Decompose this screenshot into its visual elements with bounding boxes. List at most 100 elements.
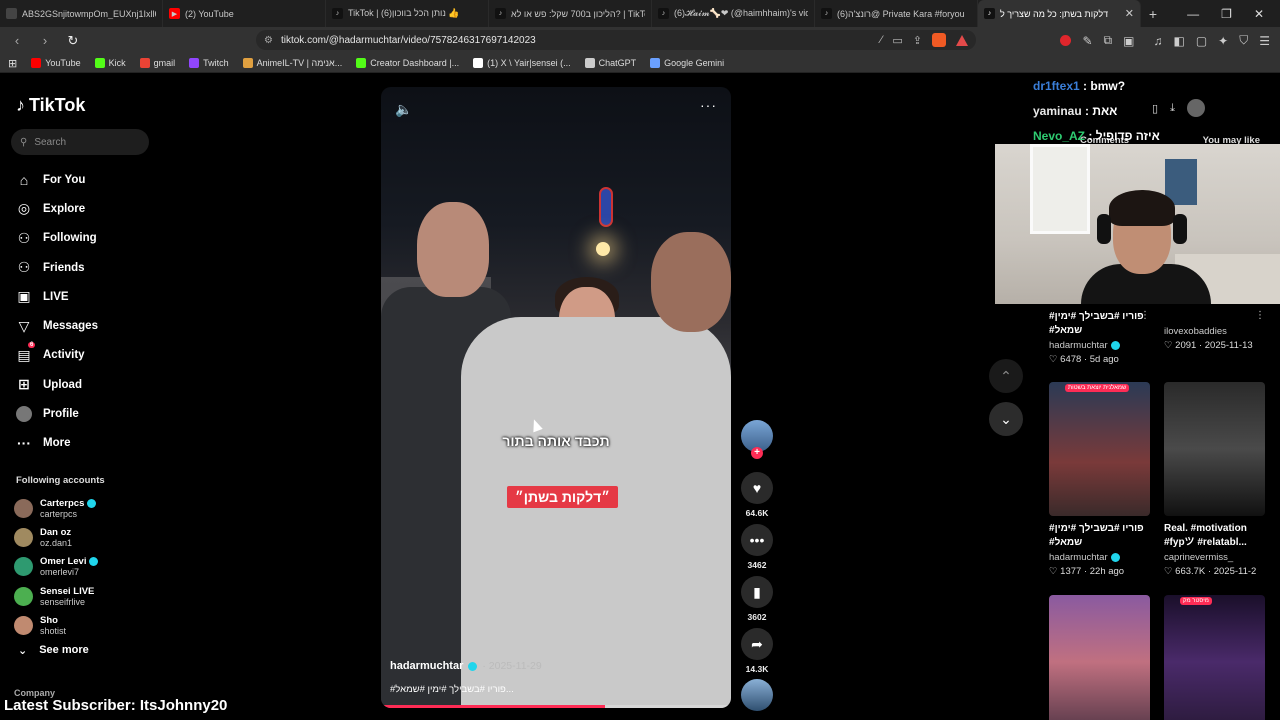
comment-button[interactable]: ••• 3462 — [740, 524, 774, 570]
following-account[interactable]: Sho shotist — [14, 611, 98, 640]
browser-tab[interactable]: ♪ הליכון ב700 שקל: פש או לא? | TikTok — [489, 0, 652, 27]
brave-rewards-icon[interactable] — [956, 34, 968, 46]
more-options-icon[interactable]: ··· — [700, 97, 717, 113]
bookmark-item[interactable]: Creator Dashboard |... — [356, 58, 459, 68]
nav-item-explore[interactable]: ◎ Explore — [16, 194, 98, 223]
video-author[interactable]: hadarmuchtar · 2025-11-29 — [390, 660, 542, 672]
following-account[interactable]: Omer Levi omerlevi7 — [14, 552, 99, 581]
close-tab-icon[interactable]: ✕ — [1125, 7, 1134, 20]
reload-icon[interactable]: ↻ — [64, 33, 82, 49]
bookmark-item[interactable]: Google Gemini — [650, 58, 724, 68]
menu-icon[interactable]: ☰ — [1259, 34, 1270, 48]
sidebar-toggle-icon[interactable]: ◧ — [1173, 34, 1184, 48]
browser-tab[interactable]: ▶ (2) YouTube — [163, 0, 326, 27]
music-icon[interactable]: ♫ — [1153, 34, 1162, 48]
card-username[interactable]: hadarmuchtar — [1049, 552, 1150, 563]
browser-tab[interactable]: ♪ דלקות בשתן: כל מה שצריך ל ✕ — [978, 0, 1141, 27]
save-button[interactable]: ▮ 3602 — [740, 576, 774, 622]
extension-icon[interactable]: ✎ — [1082, 34, 1092, 48]
volume-icon[interactable]: 🔈 — [395, 101, 412, 118]
avatar[interactable] — [1186, 99, 1205, 117]
nav-item-profile[interactable]: Profile — [16, 399, 98, 428]
video-thumbnail[interactable] — [1049, 595, 1150, 720]
video-thumbnail[interactable]: מיסטר מק — [1164, 595, 1265, 720]
tiktok-logo[interactable]: ♪ TikTok — [16, 95, 85, 116]
tiktok-note-icon: ♪ — [16, 95, 25, 115]
sidebar-extension-icon[interactable]: ▣ — [1123, 34, 1134, 48]
back-icon[interactable]: ‹ — [8, 33, 26, 48]
puzzle-icon[interactable]: ⧉ — [1104, 33, 1113, 48]
card-username[interactable]: hadarmuchtar — [1049, 340, 1150, 351]
download-icon[interactable]: ⤓ — [1170, 102, 1175, 115]
browser-tab[interactable]: ABS2GSnjitowmpOm_EUXnj1Ixll6wK — [0, 0, 163, 27]
nav-item-upload[interactable]: ⊞ Upload — [16, 370, 98, 399]
search-input[interactable]: ⚲ Search — [11, 129, 149, 155]
following-name-text: Carterpcs — [40, 498, 85, 510]
bookmark-item[interactable]: (1) X \ Yair|sensei (... — [473, 58, 571, 68]
cast-icon[interactable]: ▭ — [892, 34, 902, 47]
site-info-icon[interactable]: ⚙ — [264, 35, 273, 46]
follow-plus-icon[interactable]: + — [751, 447, 763, 459]
video-description[interactable]: #פוריו #בשבילך #ימין #שמאל... — [390, 684, 514, 695]
share-icon[interactable]: ⇪ — [913, 34, 922, 47]
tiktok-sidebar: ♪ TikTok ⚲ Search ⌂ For You ◎ Explore ⚇ Follo… — [0, 73, 160, 720]
leo-ai-icon[interactable]: ✦ — [1218, 34, 1228, 48]
music-disc[interactable] — [740, 679, 774, 711]
wallet-icon[interactable]: ▢ — [1196, 34, 1207, 48]
ublock-icon[interactable] — [1060, 35, 1072, 46]
video-thumbnail[interactable]: שמאלנית יוצאת בשטות — [1049, 382, 1150, 516]
close-window-icon[interactable]: ✕ — [1254, 7, 1264, 21]
bookmark-item[interactable]: Twitch — [189, 58, 229, 68]
bookmark-item[interactable]: Kick — [94, 58, 126, 68]
bookmark-item[interactable]: YouTube — [31, 58, 81, 68]
minimize-icon[interactable]: — — [1187, 7, 1199, 21]
more-vertical-icon[interactable]: ⋮ — [1255, 310, 1265, 321]
address-bar[interactable]: ⚙ tiktok.com/@hadarmuchtar/video/7578246… — [256, 30, 976, 50]
browser-tab[interactable]: ♪ (6)רונצ'ה@ Private Kara #foryou — [815, 0, 978, 27]
apps-icon[interactable]: ⊞ — [8, 57, 17, 70]
video-player[interactable]: 🔈 ··· תכבד אותה בתור ״דלקות בשתן״ hadarm… — [381, 87, 731, 708]
creator-avatar[interactable]: + — [740, 420, 774, 459]
following-account-handle: shotist — [40, 625, 67, 636]
video-thumbnail[interactable] — [1164, 382, 1265, 516]
video-progress-bar[interactable] — [381, 705, 731, 708]
nav-label: LIVE — [43, 290, 69, 303]
nav-item-messages[interactable]: ▽ Messages — [16, 311, 98, 340]
recommended-video-card[interactable]: Real. #motivation #fypツ #relatabl... capri… — [1164, 382, 1265, 577]
bookmark-item[interactable]: gmail — [139, 58, 175, 68]
like-button[interactable]: ♥ 64.6K — [740, 472, 774, 518]
following-account[interactable]: Sensei LIVE senseifrlive — [14, 582, 98, 611]
previous-video-button[interactable]: ⌃ — [989, 359, 1023, 393]
recommended-video-card[interactable]: ilovexobaddies ♡ 2091 · 2025-11-13 ⋮ — [1164, 310, 1265, 351]
nav-item-following[interactable]: ⚇ Following — [16, 224, 98, 253]
browser-tab[interactable]: ♪ TikTok | (6)נותן הכל בווכון 👍 — [326, 0, 489, 27]
forward-icon[interactable]: › — [36, 33, 54, 48]
following-account[interactable]: Dan oz oz.dan1 — [14, 523, 98, 552]
see-more-button[interactable]: ⌄ See more — [18, 644, 89, 657]
card-username[interactable]: ilovexobaddies — [1164, 326, 1265, 337]
nav-item-more[interactable]: ··· More — [16, 429, 98, 458]
recommended-video-card[interactable]: שמאלנית יוצאת בשטות #פוריו #בשבילך #ימין #… — [1049, 382, 1150, 577]
bookmark-item[interactable]: AnimeIL-TV | אנימה... — [242, 58, 342, 68]
following-account[interactable]: Carterpcs carterpcs — [14, 494, 98, 523]
brave-shields-icon[interactable] — [932, 33, 946, 47]
restore-icon[interactable]: ❐ — [1221, 7, 1232, 21]
nav-item-live[interactable]: ▣ LIVE — [16, 282, 98, 311]
stream-chat-overlay: dr1ftex1 : bmw? yaminau : אאת Nevo_AZ : אי… — [1033, 74, 1160, 149]
nav-item-for-you[interactable]: ⌂ For You — [16, 165, 98, 194]
tiktok-icon: ♪ — [984, 8, 995, 19]
recommended-video-card[interactable]: מיסטר מק — [1164, 595, 1265, 720]
bookmark-item[interactable]: ChatGPT — [584, 58, 636, 68]
browser-tab[interactable]: ♪ (6)𝓗𝓪𝓲𝓶🦴❤ (@haimhhaim)'s video — [652, 0, 815, 27]
recommended-video-card[interactable] — [1049, 595, 1150, 720]
translate-icon[interactable]: ⁄ — [881, 34, 883, 46]
recommended-video-card[interactable]: #פוריו #בשבילך #ימין #שמאל hadarmuchtar ♡ 6… — [1049, 310, 1150, 365]
card-username[interactable]: caprinevermiss_ — [1164, 552, 1265, 563]
next-video-button[interactable]: ⌄ — [989, 402, 1023, 436]
more-vertical-icon[interactable]: ⋮ — [1140, 310, 1150, 321]
vpn-icon[interactable]: ⛉ — [1239, 33, 1248, 48]
share-button[interactable]: ➦ 14.3K — [740, 628, 774, 674]
nav-item-friends[interactable]: ⚇ Friends — [16, 253, 98, 282]
nav-item-activity[interactable]: ▤ 6 Activity — [16, 341, 98, 370]
new-tab-button[interactable]: + — [1141, 6, 1165, 22]
